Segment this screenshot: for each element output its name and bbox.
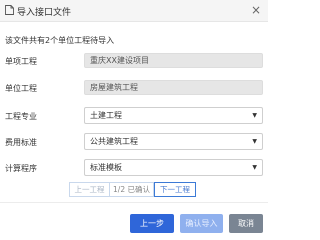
fee-standard-label: 费用标准 [5,138,37,147]
specialty-label: 工程专业 [5,112,37,121]
calc-program-value: 标准模板 [90,163,122,172]
fee-standard-select[interactable]: 公共建筑工程 ▼ [84,133,263,150]
project-field: 重庆XX建设项目 [84,53,263,68]
prev-step-button[interactable]: 上一步 [130,214,174,233]
fee-standard-value: 公共建筑工程 [90,137,138,146]
chevron-down-icon: ▼ [252,138,257,145]
project-pager: 上一工程 1/2 已确认 下一工程 [69,182,196,197]
pager-status: 1/2 已确认 [110,182,154,197]
unit-field: 房屋建筑工程 [84,80,263,95]
confirm-import-button[interactable]: 确认导入 [180,214,223,233]
close-button[interactable]: × [249,3,263,17]
calc-program-select[interactable]: 标准模板 ▼ [84,159,263,176]
import-notice: 该文件共有2个单位工程待导入 [5,36,115,45]
specialty-value: 土建工程 [90,111,122,120]
dialog-title: 导入接口文件 [17,8,72,18]
specialty-select[interactable]: 土建工程 ▼ [84,107,263,124]
project-label: 单项工程 [5,57,37,66]
footer-divider [0,202,268,203]
unit-label: 单位工程 [5,84,37,93]
chevron-down-icon: ▼ [252,164,257,171]
calc-program-label: 计算程序 [5,164,37,173]
next-project-button[interactable]: 下一工程 [154,182,196,197]
dialog-titlebar: 导入接口文件 × [0,0,268,22]
file-import-icon [5,5,14,15]
chevron-down-icon: ▼ [252,112,257,119]
prev-project-button[interactable]: 上一工程 [69,182,110,197]
cancel-button[interactable]: 取消 [229,214,263,233]
